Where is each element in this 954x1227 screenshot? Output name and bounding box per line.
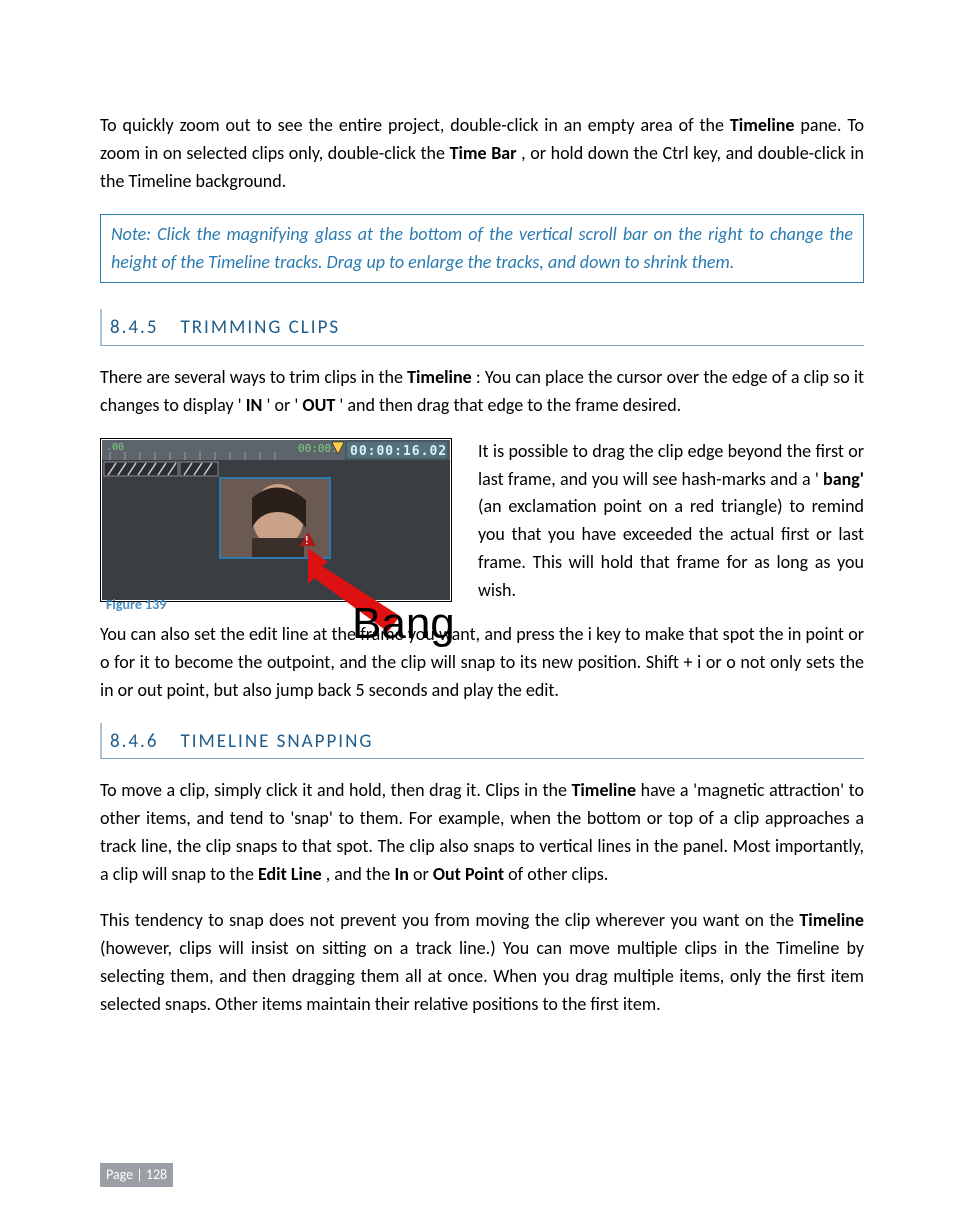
- heading-title: TIMELINE SNAPPING: [180, 727, 373, 756]
- text: or: [413, 863, 433, 885]
- figure-text-wrap: .00 00:00: 00:00:16.02: [100, 438, 864, 616]
- bang-exclamation-icon: !: [305, 534, 309, 547]
- text: , and the: [326, 863, 395, 885]
- bold-timeline: Timeline: [799, 909, 864, 931]
- bold-in: In: [394, 863, 408, 885]
- heading-number: 8.4.6: [110, 727, 158, 756]
- bold-out: OUT: [302, 394, 335, 416]
- text: (an exclamation point on a red triangle)…: [478, 495, 864, 601]
- text: It is possible to drag the clip edge bey…: [478, 440, 864, 490]
- section-heading-timeline-snapping: 8.4.6 TIMELINE SNAPPING: [100, 723, 864, 759]
- text: This tendency to snap does not prevent y…: [100, 909, 799, 931]
- snapping-paragraph-1: To move a clip, simply click it and hold…: [100, 777, 864, 889]
- text: ' or ': [266, 394, 298, 416]
- text: You can also set the edit line at the fr…: [100, 623, 864, 701]
- heading-number: 8.4.5: [110, 313, 158, 342]
- page-number: Page | 128: [100, 1163, 173, 1187]
- small-timecode: 00:00:: [298, 442, 338, 455]
- intro-paragraph: To quickly zoom out to see the entire pr…: [100, 112, 864, 196]
- bold-timeline: Timeline: [407, 366, 472, 388]
- trimming-paragraph-3: You can also set the edit line at the fr…: [100, 621, 864, 705]
- trimming-intro-paragraph: There are several ways to trim clips in …: [100, 364, 864, 420]
- page-number-label: Page | 128: [100, 1163, 173, 1187]
- ruler-mark: .00: [106, 442, 124, 453]
- bold-timebar: Time Bar: [450, 142, 517, 164]
- bold-editline: Edit Line: [258, 863, 322, 885]
- note-text: Note: Click the magnifying glass at the …: [111, 223, 853, 273]
- section-heading-trimming-clips: 8.4.5 TRIMMING CLIPS: [100, 309, 864, 345]
- figure-139-illustration: .00 00:00: 00:00:16.02: [100, 438, 452, 648]
- page: To quickly zoom out to see the entire pr…: [0, 0, 954, 1227]
- text: To move a clip, simply click it and hold…: [100, 779, 571, 801]
- timecode-display: 00:00:16.02: [350, 444, 447, 459]
- figure-side-paragraph: It is possible to drag the clip edge bey…: [478, 438, 864, 605]
- text: To quickly zoom out to see the entire pr…: [100, 114, 730, 136]
- bold-out: Out Point: [433, 863, 504, 885]
- bold-timeline: Timeline: [571, 779, 636, 801]
- figure-block: .00 00:00: 00:00:16.02: [100, 438, 452, 616]
- text: There are several ways to trim clips in …: [100, 366, 407, 388]
- snapping-paragraph-2: This tendency to snap does not prevent y…: [100, 907, 864, 1019]
- text: (however, clips will insist on sitting o…: [100, 937, 864, 1015]
- text: of other clips.: [508, 863, 608, 885]
- bold-bang: bang': [823, 468, 864, 490]
- text: ' and then drag that edge to the frame d…: [339, 394, 681, 416]
- bold-in: IN: [246, 394, 263, 416]
- bold-timeline: Timeline: [730, 114, 795, 136]
- heading-title: TRIMMING CLIPS: [180, 313, 340, 342]
- note-box: Note: Click the magnifying glass at the …: [100, 214, 864, 284]
